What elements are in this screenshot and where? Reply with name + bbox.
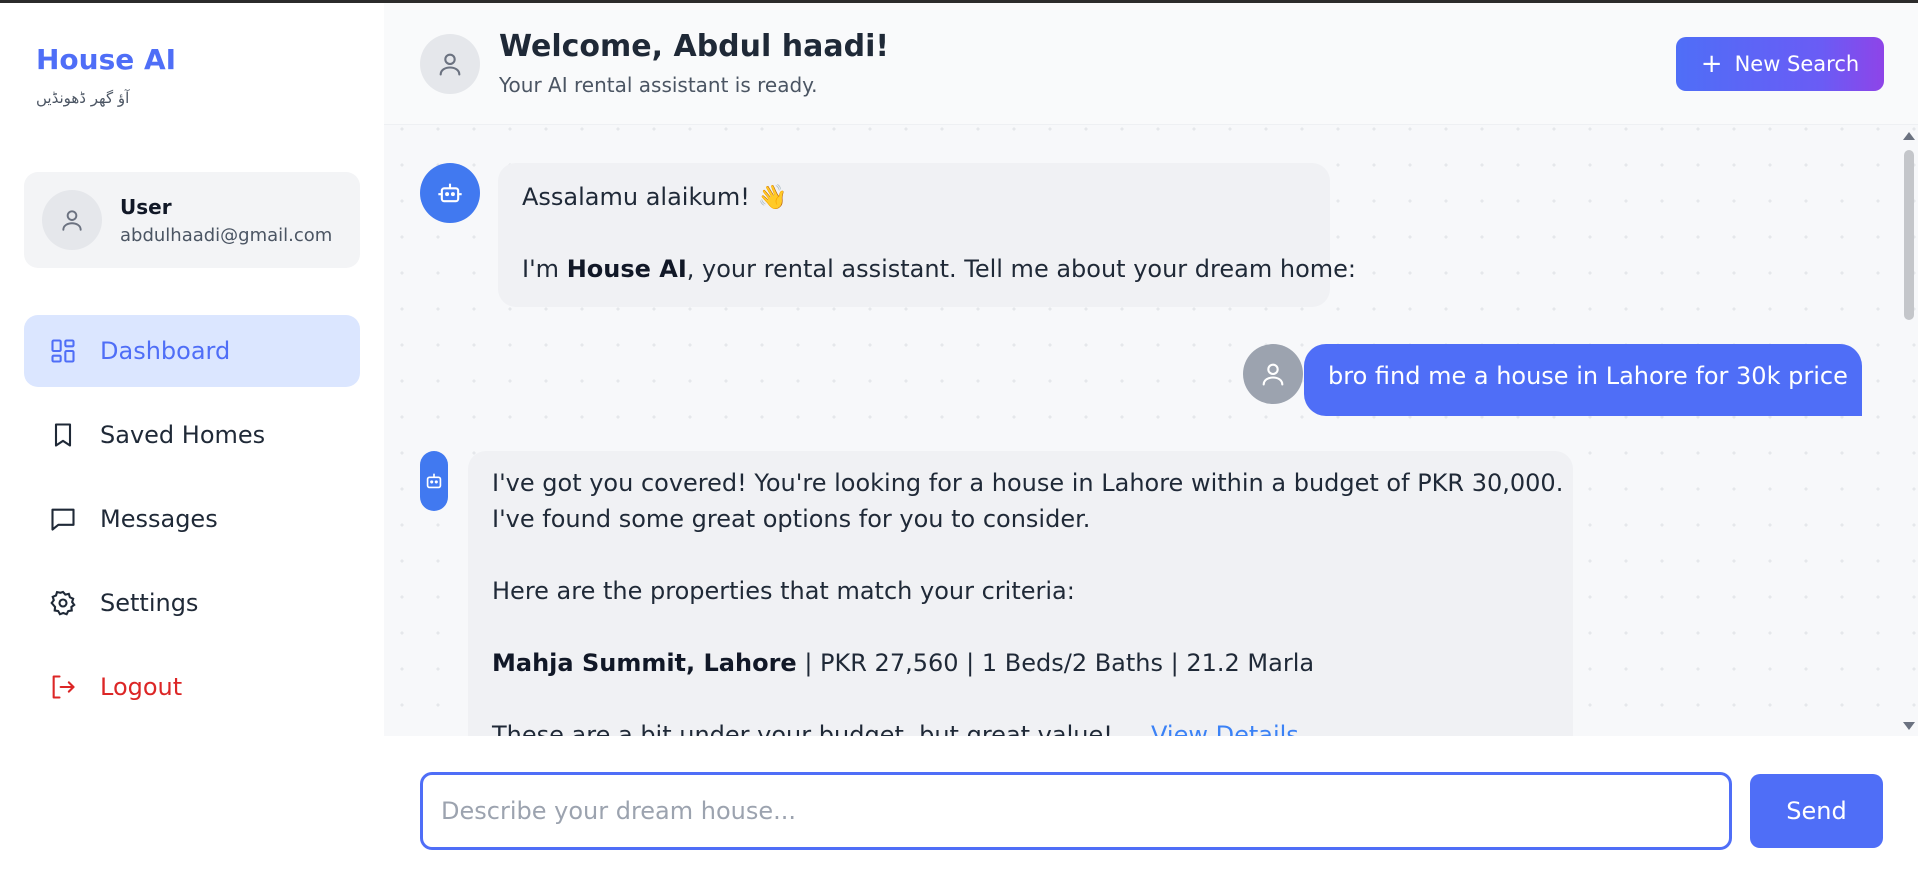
user-message: bro find me a house in Lahore for 30k pr… <box>1304 344 1862 416</box>
sidebar-item-label: Saved Homes <box>100 421 266 449</box>
new-search-button[interactable]: + New Search <box>1676 37 1884 91</box>
bookmark-icon <box>48 420 78 450</box>
message-text: I'm House AI, your rental assistant. Tel… <box>522 255 1356 283</box>
message-text: Assalamu alaikum! 👋 <box>522 183 788 211</box>
user-name: User <box>120 195 172 219</box>
message-text: bro find me a house in Lahore for 30k pr… <box>1328 362 1848 390</box>
sidebar-item-logout[interactable]: Logout <box>24 651 360 723</box>
robot-icon <box>438 183 462 203</box>
sidebar-item-label: Logout <box>100 673 183 701</box>
sidebar-item-label: Messages <box>100 505 218 533</box>
sidebar-item-dashboard[interactable]: Dashboard <box>24 315 360 387</box>
app-logo-title[interactable]: House AI <box>36 43 176 76</box>
avatar <box>420 34 480 94</box>
message-input[interactable] <box>420 772 1732 850</box>
scroll-up-icon[interactable] <box>1903 132 1915 140</box>
sidebar-item-settings[interactable]: Settings <box>24 567 360 639</box>
message-text: I've found some great options for you to… <box>492 505 1091 533</box>
bot-message: I've got you covered! You're looking for… <box>468 451 1573 736</box>
robot-icon <box>426 473 442 489</box>
view-details-link[interactable]: View Details <box>1151 721 1299 736</box>
gear-icon <box>48 588 78 618</box>
main-panel: Welcome, Abdul haadi! Your AI rental ass… <box>384 3 1918 873</box>
avatar <box>42 190 102 250</box>
sidebar-item-messages[interactable]: Messages <box>24 483 360 555</box>
new-search-label: New Search <box>1734 52 1860 76</box>
dashboard-icon <box>48 336 78 366</box>
logout-icon <box>48 672 78 702</box>
user-icon <box>62 210 82 231</box>
bot-avatar <box>420 163 480 223</box>
page-subtitle: Your AI rental assistant is ready. <box>499 73 818 97</box>
plus-icon: + <box>1700 49 1723 79</box>
chat-thread[interactable]: Assalamu alaikum! 👋 I'm House AI, your r… <box>384 126 1918 736</box>
message-icon <box>48 504 78 534</box>
message-text: Here are the properties that match your … <box>492 577 1075 605</box>
chat-scrollbar[interactable] <box>1900 126 1918 736</box>
sidebar: House AI آؤ گھر ڈھونڈیں User abdulhaadi@… <box>0 3 384 873</box>
user-profile-card[interactable]: User abdulhaadi@gmail.com <box>24 172 360 268</box>
user-email: abdulhaadi@gmail.com <box>120 225 333 246</box>
sidebar-item-label: Settings <box>100 589 199 617</box>
sidebar-item-saved-homes[interactable]: Saved Homes <box>24 399 360 471</box>
user-icon <box>439 53 461 76</box>
send-button[interactable]: Send <box>1750 774 1883 848</box>
user-avatar <box>1243 344 1303 404</box>
property-listing: Mahja Summit, Lahore | PKR 27,560 | 1 Be… <box>492 649 1315 677</box>
scrollbar-thumb[interactable] <box>1904 150 1914 320</box>
user-icon <box>1262 363 1284 386</box>
bot-avatar <box>420 451 448 511</box>
scroll-down-icon[interactable] <box>1903 722 1915 730</box>
page-title: Welcome, Abdul haadi! <box>499 29 890 64</box>
sidebar-item-label: Dashboard <box>100 337 231 365</box>
message-text: I've got you covered! You're looking for… <box>492 469 1564 497</box>
bot-message: Assalamu alaikum! 👋 I'm House AI, your r… <box>498 163 1356 307</box>
message-composer: Send <box>384 736 1918 873</box>
app-tagline: آؤ گھر ڈھونڈیں <box>36 89 130 107</box>
main-header: Welcome, Abdul haadi! Your AI rental ass… <box>384 3 1918 125</box>
message-text: These are a bit under your budget, but g… <box>492 721 1299 736</box>
